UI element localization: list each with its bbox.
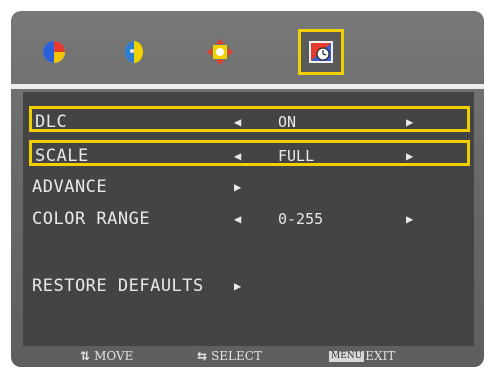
exit-hint: MENU EXIT: [329, 346, 395, 367]
separator-line: [11, 84, 484, 89]
move-hint: ⇅ MOVE: [80, 346, 133, 367]
menu-item-scale[interactable]: SCALE ◀ FULL ▶: [29, 140, 470, 166]
menu-item-advance[interactable]: ADVANCE ▶: [23, 174, 474, 200]
tab-setup[interactable]: [298, 29, 344, 75]
move-icon: ⇅: [80, 349, 91, 363]
scale-label: SCALE: [35, 146, 89, 166]
tab-color[interactable]: [31, 29, 77, 75]
scale-value: FULL: [278, 147, 315, 165]
select-label: SELECT: [211, 349, 262, 363]
color-range-value: 0-255: [278, 210, 324, 228]
hint-bar: ⇅ MOVE ⇆ SELECT MENU EXIT: [11, 346, 484, 367]
move-label: MOVE: [94, 349, 134, 363]
color-range-label: COLOR RANGE: [32, 209, 151, 229]
left-arrow-icon[interactable]: ◀: [234, 206, 241, 232]
dlc-label: DLC: [35, 112, 68, 132]
osd-menu-window: DLC ◀ ON ▶ SCALE ◀ FULL ▶ ADVANCE ▶ COLO…: [11, 11, 484, 367]
restore-defaults-label: RESTORE DEFAULTS: [32, 276, 204, 296]
right-arrow-icon[interactable]: ▶: [406, 109, 413, 135]
right-arrow-icon[interactable]: ▶: [406, 143, 413, 169]
exit-label: EXIT: [365, 349, 396, 363]
right-arrow-icon[interactable]: ▶: [234, 273, 241, 299]
menu-item-restore-defaults[interactable]: RESTORE DEFAULTS ▶: [23, 273, 474, 299]
right-arrow-icon[interactable]: ▶: [234, 174, 241, 200]
right-arrow-icon[interactable]: ▶: [406, 206, 413, 232]
menu-item-color-range[interactable]: COLOR RANGE ◀ 0-255 ▶: [23, 206, 474, 232]
select-hint: ⇆ SELECT: [197, 346, 262, 367]
picture-icon: [125, 41, 143, 63]
select-icon: ⇆: [197, 349, 208, 363]
left-arrow-icon[interactable]: ◀: [234, 109, 241, 135]
position-icon: [207, 39, 233, 65]
menu-panel: DLC ◀ ON ▶ SCALE ◀ FULL ▶ ADVANCE ▶ COLO…: [23, 92, 474, 346]
menu-key-icon: MENU: [329, 351, 365, 362]
color-icon: [43, 41, 65, 63]
tab-picture[interactable]: [111, 29, 157, 75]
advance-label: ADVANCE: [32, 177, 108, 197]
tab-position[interactable]: [197, 29, 243, 75]
left-arrow-icon[interactable]: ◀: [234, 143, 241, 169]
menu-item-dlc[interactable]: DLC ◀ ON ▶: [29, 106, 470, 132]
dlc-value: ON: [278, 113, 297, 131]
setup-icon: [309, 41, 333, 63]
